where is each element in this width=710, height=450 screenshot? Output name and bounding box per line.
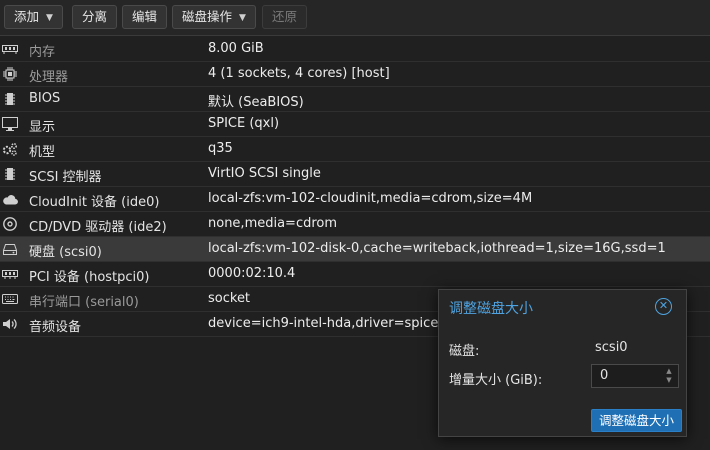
speaker-icon [2, 317, 18, 331]
disk-action-button[interactable]: 磁盘操作 ▼ [172, 5, 256, 29]
hardware-value: none,media=cdrom [208, 216, 338, 231]
detach-button-label: 分离 [82, 9, 108, 24]
hardware-value: VirtIO SCSI single [208, 166, 321, 181]
hardware-value: 8.00 GiB [208, 41, 264, 56]
hardware-name: CloudInit 设备 (ide0) [29, 195, 160, 210]
chevron-down-icon: ▼ [46, 13, 53, 23]
detach-button[interactable]: 分离 [72, 5, 118, 29]
hardware-row-pci[interactable]: PCI 设备 (hostpci0) 0000:02:10.4 [0, 262, 710, 287]
pci-icon [2, 267, 18, 281]
hardware-row-machine[interactable]: 机型 q35 [0, 137, 710, 162]
dialog-title: 调整磁盘大小 [449, 301, 533, 317]
hardware-value: socket [208, 291, 251, 306]
revert-button-label: 还原 [272, 9, 298, 24]
hardware-value: 默认 (SeaBIOS) [208, 95, 304, 110]
hardware-name: CD/DVD 驱动器 (ide2) [29, 220, 167, 235]
hardware-value: local-zfs:vm-102-cloudinit,media=cdrom,s… [208, 191, 533, 206]
edit-button[interactable]: 编辑 [122, 5, 168, 29]
display-icon [2, 117, 18, 131]
hardware-value: q35 [208, 141, 233, 156]
increment-size-value: 0 [600, 368, 609, 383]
chevron-down-icon: ▼ [239, 13, 246, 23]
hardware-value: 4 (1 sockets, 4 cores) [host] [208, 66, 390, 81]
disk-value: scsi0 [595, 340, 628, 355]
spinner-icon[interactable]: ▲ ▼ [664, 367, 674, 385]
memory-icon [2, 42, 18, 56]
hardware-name: 硬盘 (scsi0) [29, 245, 102, 260]
hardware-name: 串行端口 (serial0) [29, 295, 139, 310]
cdrom-icon [2, 217, 18, 231]
hardware-value: local-zfs:vm-102-disk-0,cache=writeback,… [208, 241, 666, 256]
cloud-icon [2, 192, 18, 206]
add-button[interactable]: 添加 ▼ [4, 5, 63, 29]
hardware-name: 显示 [29, 120, 56, 135]
hardware-row-memory[interactable]: 内存 8.00 GiB [0, 37, 710, 62]
hardware-value: 0000:02:10.4 [208, 266, 296, 281]
resize-disk-dialog: 调整磁盘大小 ✕ 磁盘: scsi0 增量大小 (GiB): 0 ▲ ▼ 调整磁盘… [438, 289, 687, 437]
hardware-row-cloudinit[interactable]: CloudInit 设备 (ide0) local-zfs:vm-102-clo… [0, 187, 710, 212]
hardware-name: PCI 设备 (hostpci0) [29, 270, 150, 285]
resize-disk-submit-button[interactable]: 调整磁盘大小 [591, 409, 682, 432]
cpu-icon [2, 67, 18, 81]
hardware-row-cpu[interactable]: 处理器 4 (1 sockets, 4 cores) [host] [0, 62, 710, 87]
keyboard-icon [2, 292, 18, 306]
hardware-row-scsi-controller[interactable]: SCSI 控制器 VirtIO SCSI single [0, 162, 710, 187]
increment-label: 增量大小 (GiB): [449, 373, 543, 388]
increment-size-input[interactable]: 0 ▲ ▼ [591, 364, 679, 388]
toolbar: 添加 ▼ 分离 编辑 磁盘操作 ▼ 还原 [0, 0, 710, 36]
harddisk-icon [2, 242, 18, 256]
bios-icon [2, 92, 18, 106]
hardware-name: 音频设备 [29, 320, 82, 335]
revert-button[interactable]: 还原 [262, 5, 308, 29]
hardware-row-cdrom[interactable]: CD/DVD 驱动器 (ide2) none,media=cdrom [0, 212, 710, 237]
hardware-row-bios[interactable]: BIOS 默认 (SeaBIOS) [0, 87, 710, 112]
hardware-name: 处理器 [29, 70, 69, 85]
hardware-name: SCSI 控制器 [29, 170, 102, 185]
hardware-name: BIOS [29, 91, 61, 106]
close-icon[interactable]: ✕ [655, 298, 672, 315]
hardware-value: SPICE (qxl) [208, 116, 280, 131]
hardware-name: 内存 [29, 45, 56, 60]
edit-button-label: 编辑 [132, 9, 158, 24]
disk-action-button-label: 磁盘操作 [182, 9, 233, 24]
cogs-icon [2, 142, 18, 156]
hardware-row-display[interactable]: 显示 SPICE (qxl) [0, 112, 710, 137]
hardware-row-harddisk[interactable]: 硬盘 (scsi0) local-zfs:vm-102-disk-0,cache… [0, 237, 710, 262]
hardware-name: 机型 [29, 145, 56, 160]
add-button-label: 添加 [14, 9, 40, 24]
disk-label: 磁盘: [449, 344, 480, 359]
controller-icon [2, 167, 18, 181]
hardware-value: device=ich9-intel-hda,driver=spice [208, 316, 439, 331]
